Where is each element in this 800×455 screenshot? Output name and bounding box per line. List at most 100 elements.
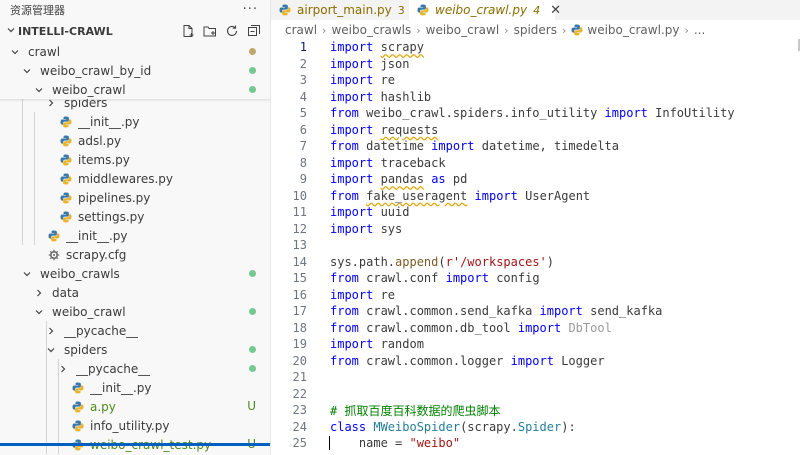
code-line[interactable]: 10 from fake_useragent import UserAgent <box>271 188 800 205</box>
breadcrumb-item[interactable]: crawl <box>285 23 317 37</box>
code-line[interactable]: 9 import pandas as pd <box>271 171 800 188</box>
code-token: ): <box>561 419 576 434</box>
breadcrumb-item[interactable]: weibo_crawl.py <box>587 23 679 37</box>
line-number: 24 <box>292 419 307 434</box>
git-status-dot <box>249 308 256 315</box>
tree-item-label: items.py <box>78 152 130 167</box>
python-file-icon <box>279 4 291 16</box>
python-file-icon <box>58 192 74 204</box>
tree-folder[interactable]: data <box>0 283 270 302</box>
code-line[interactable]: 3 import re <box>271 72 800 89</box>
refresh-icon[interactable] <box>222 22 242 40</box>
tree-item-label: __pycache__ <box>76 361 151 376</box>
git-status-dot <box>249 365 256 372</box>
tree-file[interactable]: middlewares.py <box>0 169 270 188</box>
code-token: crawl.conf <box>358 271 446 286</box>
code-line[interactable]: 14 sys.path.append(r'/workspaces') <box>271 254 800 271</box>
tree-folder[interactable]: crawl <box>0 42 270 61</box>
code-token: InfoUtility <box>647 106 735 121</box>
breadcrumb-item[interactable]: ... <box>694 23 705 37</box>
code-token: from <box>330 139 359 154</box>
tree-file[interactable]: adsl.py <box>0 131 270 150</box>
code-text: from datetime import datetime, timedelta <box>330 139 619 153</box>
tree-folder[interactable]: weibo_crawl_by_id <box>0 61 270 80</box>
tree-file[interactable]: scrapy.cfg <box>0 245 270 264</box>
breadcrumb-item[interactable]: spiders <box>514 23 557 37</box>
new-folder-icon[interactable] <box>200 22 220 40</box>
editor-tab[interactable]: weibo_crawl.py 4 ✕ <box>409 0 561 20</box>
line-number: 3 <box>299 73 307 88</box>
problem-count-badge: 3 <box>397 3 405 17</box>
close-icon[interactable]: ✕ <box>550 3 561 18</box>
tree-folder[interactable]: weibo_crawl <box>0 302 270 321</box>
code-line[interactable]: 2 import json <box>271 56 800 73</box>
code-view[interactable]: 1 import scrapy 2 import json 3 import re 4 imp… <box>271 39 800 455</box>
tree-folder[interactable]: weibo_crawl <box>0 80 270 99</box>
tree-file[interactable]: __init__.py <box>0 112 270 131</box>
code-line[interactable]: 1 import scrapy <box>271 39 800 56</box>
workspace-section-header[interactable]: INTELLI-CRAWL <box>0 20 270 42</box>
code-token: ) <box>546 254 555 269</box>
code-line[interactable]: 5 from weibo_crawl.spiders.info_utility i… <box>271 105 800 122</box>
code-line[interactable]: 6 import requests <box>271 122 800 139</box>
tree-file[interactable]: a.py U <box>0 397 270 416</box>
code-line[interactable]: 18 from crawl.common.db_tool import DbToo… <box>271 320 800 337</box>
more-actions-button[interactable]: ··· <box>243 3 258 16</box>
python-file-icon <box>70 382 86 394</box>
line-number: 4 <box>299 89 307 104</box>
python-file-icon <box>58 173 74 185</box>
code-line[interactable]: 21 <box>271 369 800 386</box>
code-text: from crawl.common.db_tool import DbTool <box>330 321 612 335</box>
code-token: import <box>510 353 554 368</box>
sticky-scroll-shadow <box>0 99 270 102</box>
tree-folder[interactable]: __pycache__ <box>0 321 270 340</box>
code-line[interactable]: 12 import sys <box>271 221 800 238</box>
new-file-icon[interactable] <box>178 22 198 40</box>
tree-folder[interactable]: spiders <box>0 340 270 359</box>
code-line[interactable]: 13 <box>271 237 800 254</box>
code-token: import <box>330 40 374 55</box>
tree-file[interactable]: __init__.py <box>0 378 270 397</box>
breadcrumb-item[interactable]: weibo_crawls <box>331 23 411 37</box>
tab-label: airport_main.py <box>297 3 392 17</box>
tree-folder[interactable]: weibo_crawls <box>0 264 270 283</box>
code-line[interactable]: 16 import re <box>271 287 800 304</box>
code-token: import <box>330 155 374 170</box>
tree-file[interactable]: info_utility.py <box>0 416 270 435</box>
code-line[interactable]: 20 from crawl.common.logger import Logger <box>271 353 800 370</box>
tree-item-label: __pycache__ <box>64 323 139 338</box>
code-line[interactable]: 8 import traceback <box>271 155 800 172</box>
line-number: 7 <box>299 139 307 154</box>
code-line[interactable]: 24 class MWeiboSpider(scrapy.Spider): <box>271 419 800 436</box>
tree-file[interactable]: settings.py <box>0 207 270 226</box>
code-line[interactable]: 7 from datetime import datetime, timedelt… <box>271 138 800 155</box>
chevron-right-icon <box>56 364 70 374</box>
code-line[interactable]: 19 import random <box>271 336 800 353</box>
code-line[interactable]: 25 name = "weibo" <box>271 435 800 452</box>
line-number: 6 <box>299 122 307 137</box>
breadcrumb-item[interactable]: weibo_crawl <box>426 23 500 37</box>
chevron-down-icon <box>44 345 58 355</box>
collapse-all-icon[interactable] <box>244 22 264 40</box>
code-token: datetime <box>358 139 432 154</box>
tree-file[interactable]: items.py <box>0 150 270 169</box>
code-token: pd <box>445 172 468 187</box>
code-token: import <box>445 271 489 286</box>
code-line[interactable]: 11 import uuid <box>271 204 800 221</box>
tree-file[interactable]: pipelines.py <box>0 188 270 207</box>
code-line[interactable]: 4 import hashlib <box>271 89 800 106</box>
tree-file[interactable]: __init__.py <box>0 226 270 245</box>
git-status-dot <box>249 48 256 55</box>
tree-folder[interactable]: __pycache__ <box>0 359 270 378</box>
code-token: datetime, timedelta <box>474 139 620 154</box>
code-line[interactable]: 23 # 抓取百度百科数据的爬虫脚本 <box>271 402 800 419</box>
tree-item-label: middlewares.py <box>78 171 173 186</box>
code-line[interactable]: 15 from crawl.conf import config <box>271 270 800 287</box>
code-line[interactable]: 22 <box>271 386 800 403</box>
code-line[interactable]: 17 from crawl.common.send_kafka import se… <box>271 303 800 320</box>
breadcrumb-separator-icon: › <box>561 23 567 37</box>
editor-tab[interactable]: airport_main.py 3 <box>271 0 409 20</box>
code-token: crawl.common.send_kafka <box>358 304 540 319</box>
